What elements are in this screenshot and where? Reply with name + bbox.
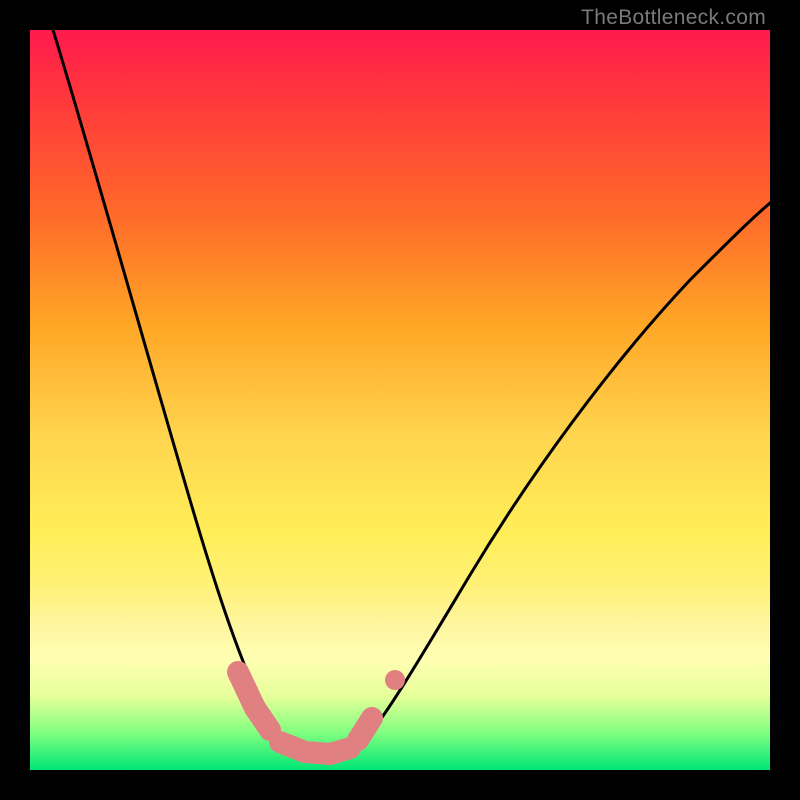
bottleneck-curve <box>30 30 770 770</box>
pink-segment-bottom <box>280 742 350 754</box>
plot-area <box>30 30 770 770</box>
pink-segment-left <box>238 672 270 730</box>
pink-dot-upper-right <box>385 670 405 690</box>
curve-path <box>50 30 770 759</box>
pink-markers <box>238 672 372 754</box>
chart-frame: TheBottleneck.com <box>0 0 800 800</box>
pink-segment-right <box>358 718 372 740</box>
watermark-text: TheBottleneck.com <box>581 6 766 30</box>
